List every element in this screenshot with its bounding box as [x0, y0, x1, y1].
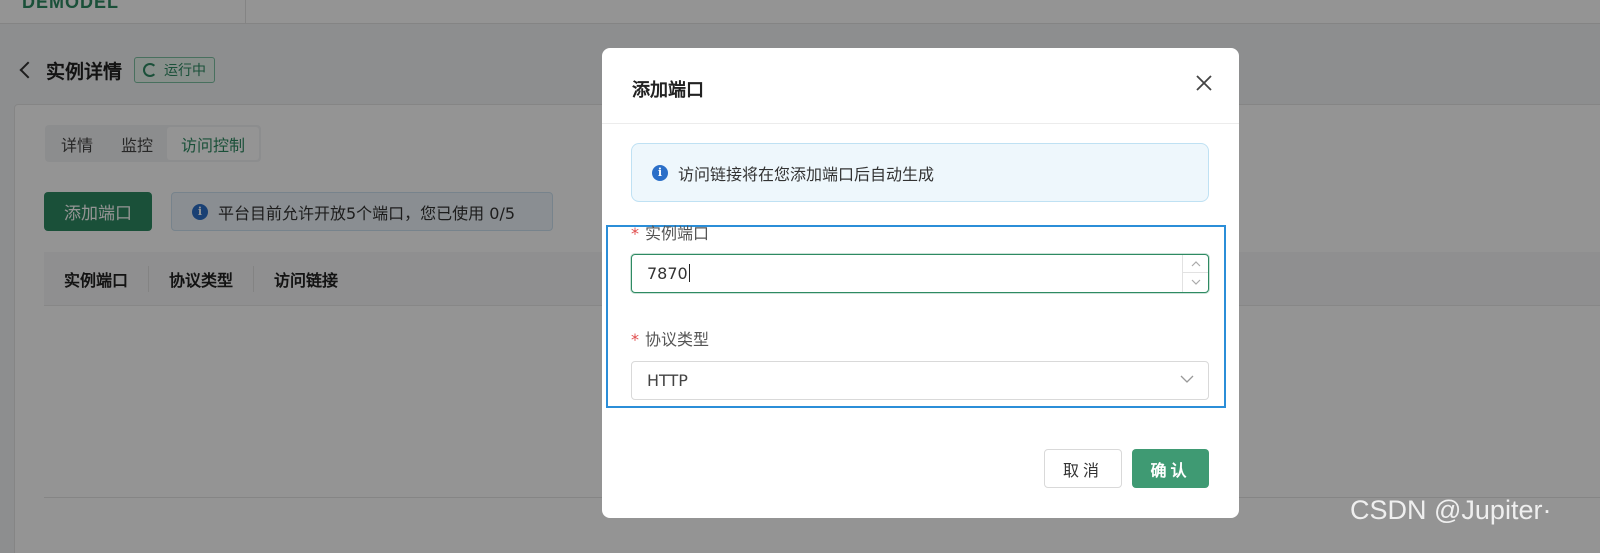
caret-down-icon: [1191, 279, 1200, 285]
protocol-select-value: HTTP: [647, 371, 688, 390]
stepper-up[interactable]: [1183, 255, 1208, 273]
info-icon: i: [652, 164, 668, 181]
info-notice-text: 访问链接将在您添加端口后自动生成: [678, 164, 935, 184]
protocol-label-text: 协议类型: [645, 330, 710, 349]
confirm-button[interactable]: 确认: [1132, 449, 1209, 488]
port-field-label: * 实例端口: [631, 220, 709, 244]
info-notice: i 访问链接将在您添加端口后自动生成: [631, 143, 1209, 202]
chevron-down-icon: [1180, 375, 1194, 383]
port-input-value[interactable]: 7870: [647, 264, 690, 283]
add-port-dialog: 添加端口 i 访问链接将在您添加端口后自动生成 * 实例端口 7870 * 协议类型…: [602, 48, 1239, 518]
caret-up-icon: [1191, 260, 1200, 266]
port-number-input[interactable]: 7870: [631, 254, 1209, 293]
port-label-text: 实例端口: [645, 224, 710, 243]
protocol-select[interactable]: HTTP: [631, 361, 1209, 400]
watermark: CSDN @Jupiter·: [1350, 495, 1552, 525]
cancel-button[interactable]: 取消: [1044, 449, 1122, 488]
dialog-title: 添加端口: [632, 79, 704, 101]
required-mark: *: [631, 330, 639, 349]
text-caret: [688, 264, 690, 282]
port-value-text: 7870: [647, 264, 688, 283]
protocol-field-label: * 协议类型: [631, 326, 709, 350]
stepper-down[interactable]: [1183, 273, 1208, 291]
dialog-header: 添加端口: [602, 48, 1239, 124]
close-icon[interactable]: [1195, 74, 1213, 92]
required-mark: *: [631, 224, 639, 243]
port-stepper[interactable]: [1182, 255, 1208, 292]
